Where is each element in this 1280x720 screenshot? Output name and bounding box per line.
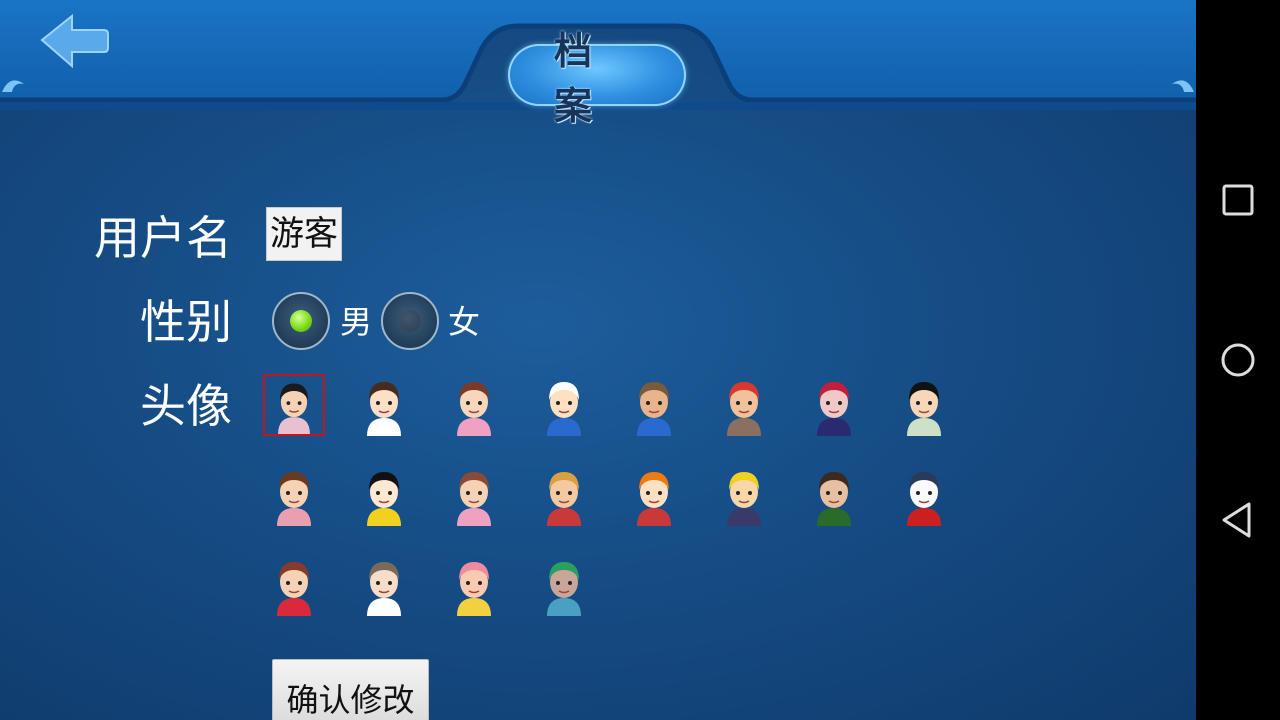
header-bar: 档案 [0,0,1196,128]
recent-apps-icon[interactable] [1216,178,1260,222]
avatar-face [547,472,581,526]
avatar-ninja-icon[interactable] [713,464,775,526]
gender-male-radio[interactable] [272,292,330,350]
back-button[interactable] [38,12,112,72]
avatar-pink-dress-girl-icon[interactable] [443,464,505,526]
avatar-face [367,562,401,616]
avatar-wizard-mouse-icon[interactable] [893,464,955,526]
system-nav-bar [1196,0,1280,720]
radio-dot-icon [290,310,312,332]
avatar-cartoon-boy-icon[interactable] [353,464,415,526]
avatar-label: 头像 [140,379,232,433]
avatar-orange-helmet-icon[interactable] [623,464,685,526]
avatar-face [277,562,311,616]
gender-male-label[interactable]: 男 [340,302,372,342]
avatar-red-coat-girl-icon[interactable] [263,554,325,616]
avatar-warrior-girl-icon[interactable] [803,374,865,436]
avatar-face [547,562,581,616]
avatar-face [907,382,941,436]
avatar-red-hat-icon[interactable] [713,374,775,436]
avatar-eyepatch-icon[interactable] [803,464,865,526]
avatar-cowgirl-icon[interactable] [623,374,685,436]
avatar-straw-hat-icon[interactable] [533,464,595,526]
avatar-fairy-girl-icon[interactable] [443,374,505,436]
avatar-face [727,472,761,526]
radio-dot-icon [399,310,421,332]
username-field[interactable]: 游客 [266,207,342,261]
avatar-face [457,472,491,526]
avatar-face [637,382,671,436]
gender-label: 性别 [140,295,232,349]
avatar-face [817,382,851,436]
avatar-face [547,382,581,436]
avatar-boy-sunglasses-icon[interactable] [263,374,325,436]
avatar-small-boy-icon[interactable] [353,554,415,616]
gender-female-radio[interactable] [381,292,439,350]
profile-screen: 档案 用户名 游客 性别 男 女 头像 确认修改 [0,0,1196,720]
avatar-cartoon-man-icon[interactable] [893,374,955,436]
avatar-face [277,472,311,526]
back-arrow-icon [40,13,109,69]
avatar-face [457,562,491,616]
avatar-face [367,382,401,436]
avatar-bottle-girl-icon[interactable] [443,554,505,616]
username-label: 用户名 [94,211,232,265]
avatar-brown-hair-girl-icon[interactable] [263,464,325,526]
avatar-green-hat-pig-icon[interactable] [533,554,595,616]
gender-female-label[interactable]: 女 [448,302,480,342]
avatar-face [278,383,310,434]
avatar-face [727,382,761,436]
avatar-face [907,472,941,526]
avatar-face [817,472,851,526]
home-icon[interactable] [1216,338,1260,382]
avatar-face [367,472,401,526]
back-icon[interactable] [1216,498,1260,542]
confirm-button[interactable]: 确认修改 [272,659,429,720]
page-title: 档案 [554,29,639,128]
avatar-cap-boy-icon[interactable] [533,374,595,436]
avatar-face [457,382,491,436]
title-plate: 档案 [508,29,686,128]
avatar-face [637,472,671,526]
avatar-girl-long-hair-icon[interactable] [353,374,415,436]
